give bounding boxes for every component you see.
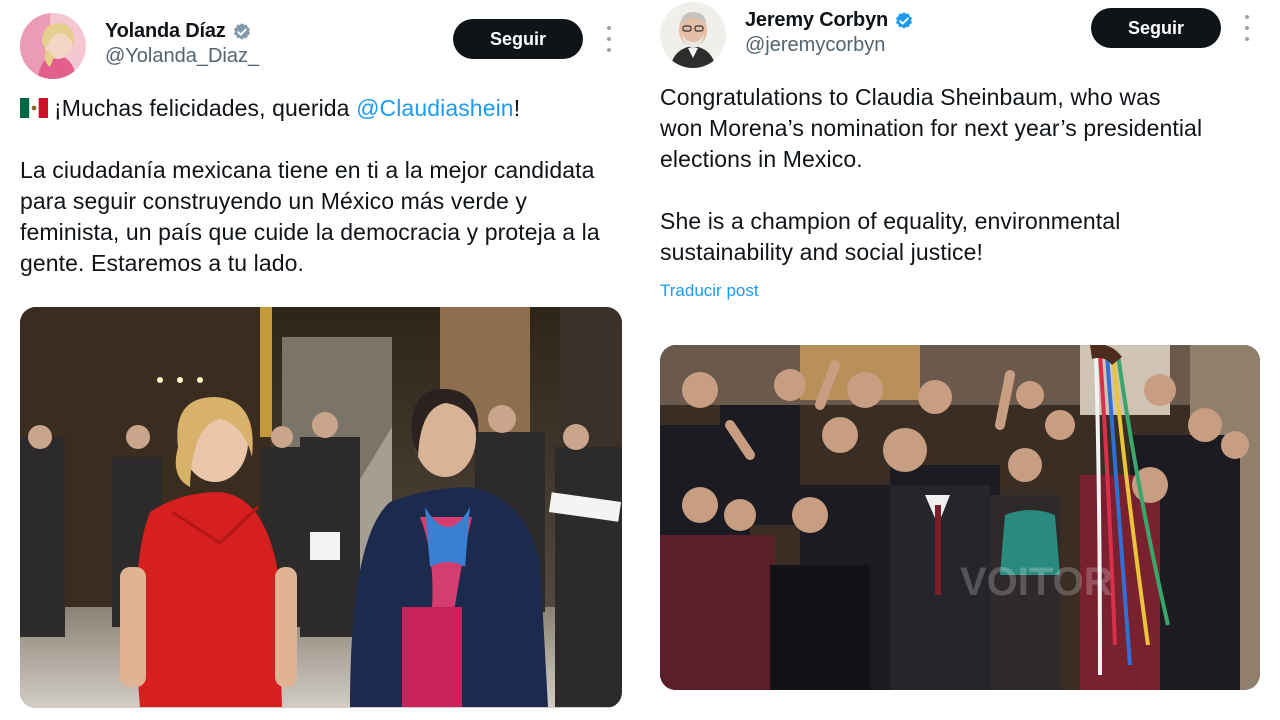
tweet-text-line: La ciudadanía mexicana tiene en ti a la … bbox=[20, 157, 595, 183]
author-name-text[interactable]: Yolanda Díaz bbox=[105, 20, 226, 43]
photo-celebrating-crowd-icon: VOITOR bbox=[660, 345, 1260, 690]
tweet-text: ¡Muchas felicidades, querida @Claudiashe… bbox=[20, 93, 630, 279]
mexico-flag-icon bbox=[20, 95, 48, 118]
verified-badge-icon bbox=[894, 11, 914, 31]
greeting-text: ¡Muchas felicidades, querida bbox=[54, 95, 357, 121]
tweet-text-line: Congratulations to Claudia Sheinbaum, wh… bbox=[660, 84, 1161, 110]
author-handle[interactable]: @Yolanda_Diaz_ bbox=[105, 45, 259, 68]
avatar[interactable] bbox=[660, 2, 726, 68]
tweet-text-line: She is a champion of equality, environme… bbox=[660, 208, 1121, 234]
author-name[interactable]: Yolanda Díaz bbox=[105, 20, 252, 43]
author-name[interactable]: Jeremy Corbyn bbox=[745, 9, 914, 32]
mention-link[interactable]: @Claudiashein bbox=[356, 95, 514, 121]
author-name-text[interactable]: Jeremy Corbyn bbox=[745, 9, 888, 32]
tweet-text-line: gente. Estaremos a tu lado. bbox=[20, 250, 304, 276]
tweet-text-line: para seguir construyendo un México más v… bbox=[20, 188, 528, 214]
tweet-photo[interactable]: VOITOR bbox=[660, 345, 1260, 690]
verified-badge-icon bbox=[232, 22, 252, 42]
tweet-text-line: elections in Mexico. bbox=[660, 146, 863, 172]
translate-post-link[interactable]: Traducir post bbox=[660, 281, 759, 301]
more-options-icon[interactable] bbox=[604, 26, 614, 52]
watermark-text: VOITOR bbox=[960, 560, 1113, 604]
follow-button[interactable]: Seguir bbox=[453, 19, 583, 59]
avatar[interactable] bbox=[20, 13, 86, 79]
follow-button[interactable]: Seguir bbox=[1091, 8, 1221, 48]
tweet-card-corbyn: Jeremy Corbyn @jeremycorbyn Seguir Congr… bbox=[640, 0, 1280, 720]
tweet-text-line: feminista, un país que cuide la democrac… bbox=[20, 219, 600, 245]
tweet-text-line-greeting: ¡Muchas felicidades, querida @Claudiashe… bbox=[20, 93, 630, 124]
tweet-text: Congratulations to Claudia Sheinbaum, wh… bbox=[660, 82, 1270, 268]
greeting-suffix: ! bbox=[513, 95, 521, 121]
tweet-card-yolanda: Yolanda Díaz @Yolanda_Diaz_ Seguir ¡Much… bbox=[0, 0, 640, 720]
author-handle[interactable]: @jeremycorbyn bbox=[745, 34, 885, 57]
tweet-text-line: won Morena’s nomination for next year’s … bbox=[660, 115, 1203, 141]
photo-two-women-walking-icon bbox=[20, 307, 622, 708]
tweet-text-line: sustainability and social justice! bbox=[660, 239, 984, 265]
more-options-icon[interactable] bbox=[1242, 15, 1252, 41]
tweet-photo[interactable] bbox=[20, 307, 622, 708]
